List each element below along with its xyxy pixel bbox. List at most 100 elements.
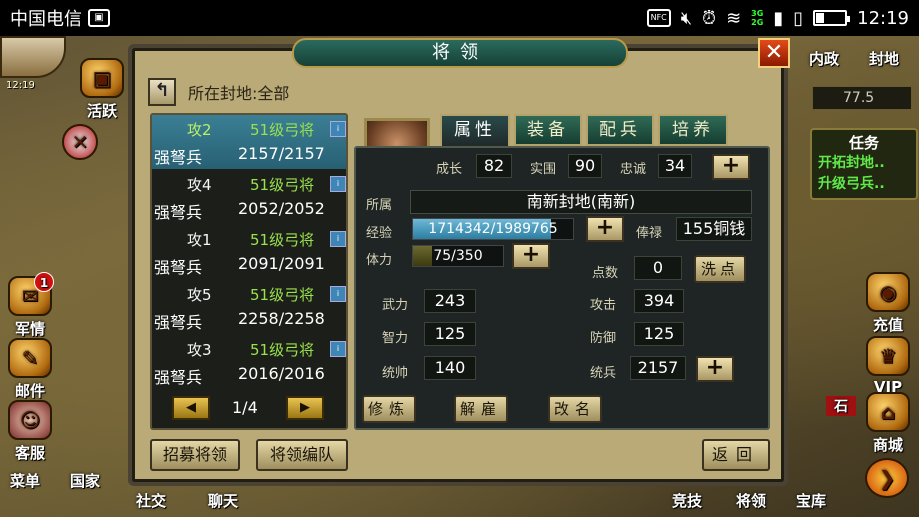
fief-filter: ↰ 所在封地:全部 — [148, 76, 768, 108]
sim-icon: ▯ — [793, 7, 804, 29]
points-value: 0 — [634, 256, 682, 280]
close-button[interactable]: ✕ — [758, 38, 790, 68]
defense-label: 防御 — [590, 331, 617, 346]
general-row[interactable]: 攻5 51级弓将 i 强弩兵 2258/2258 — [152, 280, 346, 334]
vip-icon: ♛ — [866, 336, 910, 376]
attack-label: 攻击 — [590, 298, 617, 313]
recruit-general-button[interactable]: 招募将领 — [150, 439, 240, 471]
reset-points-button[interactable]: 洗点 — [694, 255, 746, 283]
service-button[interactable]: ☺ 客服 — [2, 400, 58, 463]
loyalty-label: 忠诚 — [620, 162, 647, 177]
alarm-icon: ⏰︎ — [702, 7, 717, 29]
hp-value: 75/350 — [433, 248, 483, 264]
side-fragment-label: 石 — [826, 396, 856, 416]
tab-attributes[interactable]: 属性 — [440, 114, 510, 150]
nfc-icon: NFC — [646, 9, 671, 27]
dismiss-button[interactable]: 解雇 — [454, 395, 508, 423]
real-value: 90 — [568, 154, 602, 178]
back-button[interactable]: 返回 — [702, 439, 770, 471]
attribute-detail — [354, 146, 770, 430]
strength-label: 武力 — [382, 298, 409, 313]
exp-bar: 1714342/1989765 — [412, 218, 574, 240]
chat-button[interactable]: 聊天 — [208, 490, 238, 511]
add-hp-button[interactable]: + — [512, 243, 550, 269]
exp-value: 1714342/1989765 — [428, 221, 558, 237]
collapse-menu-button[interactable]: ❯ — [862, 458, 912, 500]
arrow-right-icon: ❯ — [865, 458, 909, 498]
growth-label: 成长 — [436, 162, 463, 177]
triangle-left-icon: ◀ — [186, 400, 196, 415]
arena-button[interactable]: 竞技 — [672, 490, 702, 511]
image-icon: ▣ — [88, 9, 110, 27]
carrier-name: 中国电信 — [10, 9, 82, 30]
general-row[interactable]: 攻2 51级弓将 i 强弩兵 2157/2157 — [152, 115, 346, 169]
rename-button[interactable]: 改名 — [548, 395, 602, 423]
add-troops-button[interactable]: + — [696, 356, 734, 382]
general-row[interactable]: 攻3 51级弓将 i 强弩兵 2016/2016 — [152, 335, 346, 389]
battle-shortcut-button[interactable]: ✕ — [60, 124, 100, 162]
panel-title: 将领 — [292, 38, 628, 68]
hp-bar: 75/350 — [412, 245, 504, 267]
pager: ◀ 1/4 ▶ — [172, 396, 332, 422]
quest-tracker[interactable]: 任务 开拓封地.. 升级弓兵.. — [810, 128, 918, 200]
fief-label: 所在封地:全部 — [188, 84, 290, 103]
close-icon: ✕ — [764, 40, 784, 65]
mail-button[interactable]: ✎ 邮件 — [2, 338, 58, 401]
loyalty-value: 34 — [658, 154, 692, 178]
mail-icon: ✎ — [8, 338, 52, 378]
menu-button[interactable]: 菜单 — [10, 470, 40, 491]
points-label: 点数 — [592, 266, 619, 281]
add-exp-button[interactable]: + — [586, 216, 624, 242]
info-icon[interactable]: i — [330, 176, 346, 192]
shop-button[interactable]: ⌂ 商城 — [860, 392, 916, 455]
coin-icon: ◉ — [866, 272, 910, 312]
generals-button[interactable]: 将领 — [736, 490, 766, 511]
info-icon[interactable]: i — [330, 341, 346, 357]
coordinate-readout: 77.5 — [812, 86, 912, 110]
info-icon[interactable]: i — [330, 231, 346, 247]
mute-icon: 🔇︎ — [680, 7, 693, 29]
defense-value: 125 — [634, 322, 684, 346]
growth-value: 82 — [476, 154, 512, 178]
train-button[interactable]: 修炼 — [362, 395, 416, 423]
triangle-right-icon: ▶ — [300, 400, 310, 415]
general-formation-button[interactable]: 将领编队 — [256, 439, 348, 471]
quest-item[interactable]: 开拓封地.. — [818, 153, 910, 174]
tab-equipment[interactable]: 装备 — [514, 114, 582, 146]
vip-button[interactable]: ♛ VIP — [860, 336, 916, 396]
belong-value: 南新封地(南新) — [410, 190, 752, 214]
quest-item[interactable]: 升级弓兵.. — [818, 174, 910, 195]
intel-button[interactable]: ✉︎ 1 军情 — [2, 272, 58, 339]
player-level-tag: 12:19 — [6, 80, 35, 91]
signal-icon: ▮ — [773, 7, 784, 29]
next-page-button[interactable]: ▶ — [286, 396, 324, 420]
info-icon[interactable]: i — [330, 286, 346, 302]
prev-page-button[interactable]: ◀ — [172, 396, 210, 420]
axe-icon: ✕ — [62, 124, 98, 160]
quest-title: 任务 — [848, 134, 879, 152]
intellect-value: 125 — [424, 322, 476, 346]
add-loyalty-button[interactable]: + — [712, 154, 750, 180]
internal-affairs-button[interactable]: 内政 — [796, 48, 852, 69]
troops-label: 统兵 — [590, 366, 617, 381]
info-icon[interactable]: i — [330, 121, 346, 137]
general-row[interactable]: 攻4 51级弓将 i 强弩兵 2052/2052 — [152, 170, 346, 224]
tab-troops[interactable]: 配兵 — [586, 114, 654, 146]
active-button[interactable]: ▣ 活跃 — [74, 58, 130, 121]
social-button[interactable]: 社交 — [136, 490, 166, 511]
fief-button[interactable]: 封地 — [856, 48, 912, 69]
nation-button[interactable]: 国家 — [70, 470, 100, 491]
general-row[interactable]: 攻1 51级弓将 i 强弩兵 2091/2091 — [152, 225, 346, 279]
page-number: 1/4 — [232, 398, 258, 417]
chest-icon: ▣ — [80, 58, 124, 98]
player-avatar[interactable] — [0, 36, 66, 78]
treasury-button[interactable]: 宝库 — [796, 490, 826, 511]
status-bar: 中国电信 ▣ NFC 🔇︎ ⏰︎ ≋ 3G 2G ▮ ▯ 12:19 — [0, 0, 919, 36]
troops-value: 2157 — [630, 356, 686, 380]
return-arrow-icon[interactable]: ↰ — [148, 78, 176, 106]
clock: 12:19 — [857, 7, 909, 29]
tab-training[interactable]: 培养 — [658, 114, 728, 146]
general-list: 攻2 51级弓将 i 强弩兵 2157/2157 攻4 51级弓将 i 强弩兵 … — [150, 113, 348, 430]
recharge-button[interactable]: ◉ 充值 — [860, 272, 916, 335]
battery-icon — [813, 10, 851, 26]
